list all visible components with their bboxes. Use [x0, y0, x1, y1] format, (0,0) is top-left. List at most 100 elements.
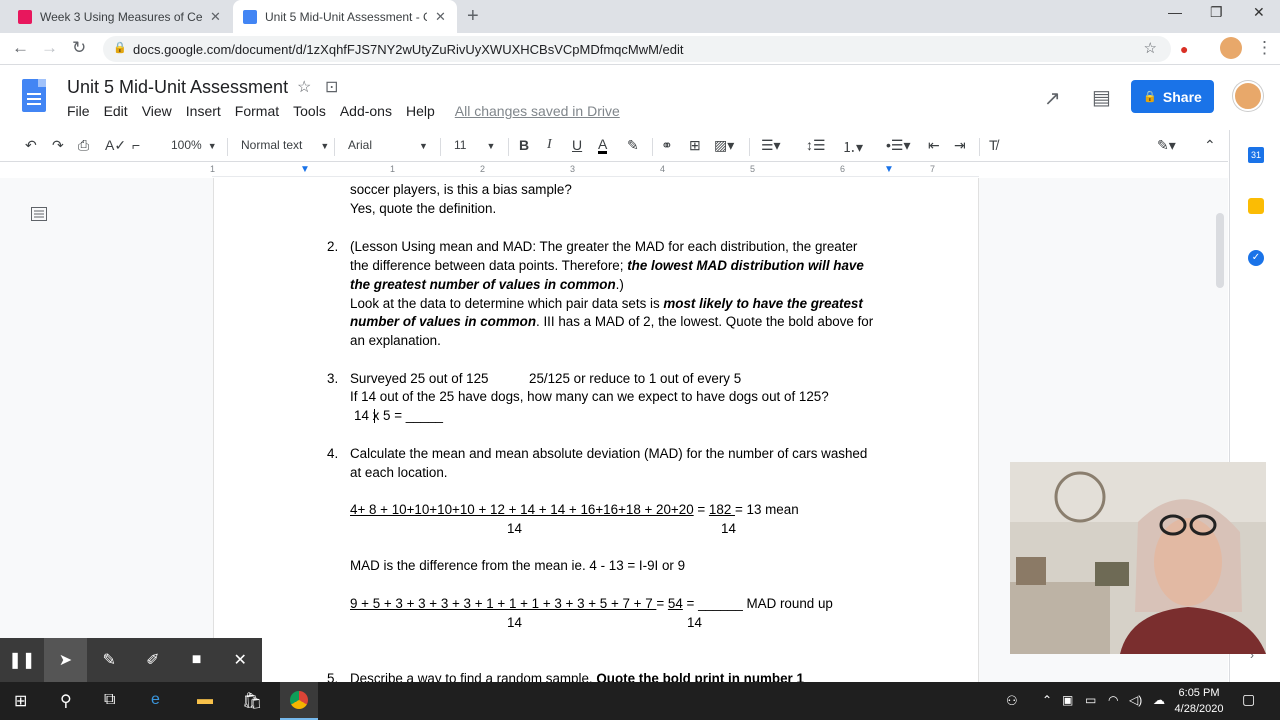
calendar-icon[interactable]: 31: [1248, 147, 1264, 163]
browser-tab-unit5[interactable]: Unit 5 Mid-Unit Assessment - Go ✕: [233, 0, 457, 33]
minimize-icon[interactable]: —: [1168, 4, 1182, 20]
window-close-icon[interactable]: ✕: [1253, 4, 1265, 21]
document-outline-icon[interactable]: [31, 207, 47, 221]
menu-addons[interactable]: Add-ons: [340, 103, 392, 119]
show-hidden-icons-icon[interactable]: ⌃: [1042, 693, 1052, 707]
system-clock[interactable]: 6:05 PM 4/28/2020: [1164, 685, 1234, 717]
share-button[interactable]: 🔒 Share: [1131, 80, 1214, 113]
align-icon[interactable]: ☰▾: [761, 137, 781, 154]
decrease-indent-icon[interactable]: ⇤: [928, 137, 940, 154]
chrome-taskbar-button[interactable]: [280, 682, 318, 720]
close-tab-icon[interactable]: ✕: [435, 9, 446, 25]
activity-dashboard-icon[interactable]: ↗: [1044, 86, 1061, 111]
store-icon[interactable]: 🛍: [242, 691, 262, 711]
chevron-up-icon[interactable]: ⌃: [1204, 137, 1216, 154]
docs-logo-icon[interactable]: [22, 79, 46, 112]
menu-help[interactable]: Help: [406, 103, 435, 119]
address-bar[interactable]: 🔒 docs.google.com/document/d/1zXqhfFJS7N…: [103, 36, 1171, 62]
numbered-list-icon[interactable]: ⒈▾: [842, 137, 863, 157]
text-line: the greatest number of values in common.…: [350, 276, 624, 295]
vertical-scrollbar[interactable]: [1216, 213, 1224, 288]
chrome-menu-icon[interactable]: ⋮: [1256, 38, 1273, 58]
list-number: 3.: [327, 371, 339, 386]
undo-icon[interactable]: ↶: [25, 137, 37, 154]
document-title[interactable]: Unit 5 Mid-Unit Assessment: [67, 77, 288, 98]
indent-marker-icon[interactable]: ▼: [300, 164, 310, 175]
italic-icon[interactable]: I: [547, 137, 552, 153]
tab-strip: Week 3 Using Measures of Cente ✕ Unit 5 …: [0, 0, 1280, 33]
menu-insert[interactable]: Insert: [186, 103, 221, 119]
volume-icon[interactable]: ◁): [1129, 693, 1142, 707]
camera-icon[interactable]: ■: [175, 638, 219, 682]
pause-icon[interactable]: ❚❚: [0, 638, 44, 682]
style-select[interactable]: Normal text ▼: [241, 138, 329, 152]
link-icon[interactable]: ⚭: [661, 137, 673, 154]
file-explorer-icon[interactable]: ▬: [197, 691, 213, 709]
menu-view[interactable]: View: [142, 103, 172, 119]
reload-icon[interactable]: ↻: [72, 38, 86, 58]
clear-formatting-icon[interactable]: T̸: [989, 137, 998, 153]
increase-indent-icon[interactable]: ⇥: [954, 137, 966, 154]
close-tab-icon[interactable]: ✕: [210, 9, 221, 25]
keep-icon[interactable]: [1248, 198, 1264, 214]
divider: [652, 138, 653, 156]
star-icon[interactable]: ☆: [297, 77, 311, 97]
menu-format[interactable]: Format: [235, 103, 279, 119]
redo-icon[interactable]: ↷: [52, 137, 64, 154]
right-indent-marker-icon[interactable]: ▼: [884, 164, 894, 175]
forward-icon[interactable]: →: [41, 38, 58, 58]
edge-icon[interactable]: e: [151, 691, 160, 709]
search-icon[interactable]: ⚲: [60, 691, 72, 711]
back-icon[interactable]: ←: [12, 38, 29, 58]
add-comment-icon[interactable]: ⊞: [689, 137, 701, 154]
insert-image-icon[interactable]: ▨▾: [714, 137, 734, 154]
bulleted-list-icon[interactable]: •☰▾: [886, 137, 910, 154]
font-size-select[interactable]: 11 ▼: [454, 138, 495, 152]
menu-edit[interactable]: Edit: [104, 103, 128, 119]
tab-favicon-icon: [243, 9, 257, 24]
tab-title: Week 3 Using Measures of Cente: [40, 9, 202, 24]
font-select[interactable]: Arial ▼: [348, 138, 428, 152]
print-icon[interactable]: ⎙: [78, 137, 89, 154]
menu-file[interactable]: File: [67, 103, 90, 119]
close-icon[interactable]: ✕: [218, 638, 262, 682]
highlight-icon[interactable]: ✎: [627, 137, 639, 154]
editing-mode-icon[interactable]: ✎▾: [1157, 137, 1176, 154]
antivirus-icon[interactable]: ▣: [1062, 693, 1073, 707]
new-tab-icon[interactable]: +: [467, 5, 479, 28]
people-icon[interactable]: ⚇: [1006, 693, 1018, 709]
account-avatar[interactable]: [1233, 81, 1263, 111]
text-line: Look at the data to determine which pair…: [350, 295, 863, 314]
highlighter-icon[interactable]: ✐: [131, 638, 175, 682]
move-folder-icon[interactable]: ⊡: [325, 77, 338, 97]
tasks-icon[interactable]: ✓: [1248, 250, 1264, 266]
profile-avatar[interactable]: [1220, 37, 1242, 59]
pen-icon[interactable]: ✎: [87, 638, 131, 682]
tab-title: Unit 5 Mid-Unit Assessment - Go: [265, 9, 427, 24]
cursor-icon[interactable]: ➤: [43, 638, 88, 682]
browser-tab-week3[interactable]: Week 3 Using Measures of Cente ✕: [8, 0, 232, 33]
comments-icon[interactable]: ▤: [1092, 85, 1111, 110]
task-view-icon[interactable]: ⧉: [104, 691, 115, 709]
divider: [334, 138, 335, 156]
underline-icon[interactable]: U: [572, 137, 582, 153]
extension-icon[interactable]: ●: [1180, 41, 1188, 57]
bookmark-star-icon[interactable]: ☆: [1144, 39, 1157, 57]
maximize-icon[interactable]: ❐: [1210, 4, 1223, 21]
text-span: = 13 mean: [734, 502, 799, 517]
notifications-icon[interactable]: ▢: [1242, 691, 1255, 708]
battery-icon[interactable]: ▭: [1085, 693, 1096, 707]
menu-tools[interactable]: Tools: [293, 103, 326, 119]
windows-start-icon[interactable]: ⊞: [14, 691, 27, 711]
text-line: soccer players, is this a bias sample?: [350, 182, 572, 197]
text-color-icon[interactable]: A: [598, 137, 608, 154]
text-line: 9 + 5 + 3 + 3 + 3 + 3 + 1 + 1 + 1 + 3 + …: [350, 595, 833, 614]
bold-icon[interactable]: B: [519, 137, 529, 153]
zoom-select[interactable]: 100% ▼: [171, 138, 217, 152]
wifi-icon[interactable]: ◠: [1108, 693, 1118, 707]
save-status[interactable]: All changes saved in Drive: [455, 103, 620, 119]
paint-format-icon[interactable]: ⌐: [132, 137, 140, 153]
document-page[interactable]: soccer players, is this a bias sample? Y…: [213, 178, 979, 698]
line-spacing-icon[interactable]: ↕☰: [806, 137, 826, 154]
spellcheck-icon[interactable]: A✓: [105, 137, 126, 154]
